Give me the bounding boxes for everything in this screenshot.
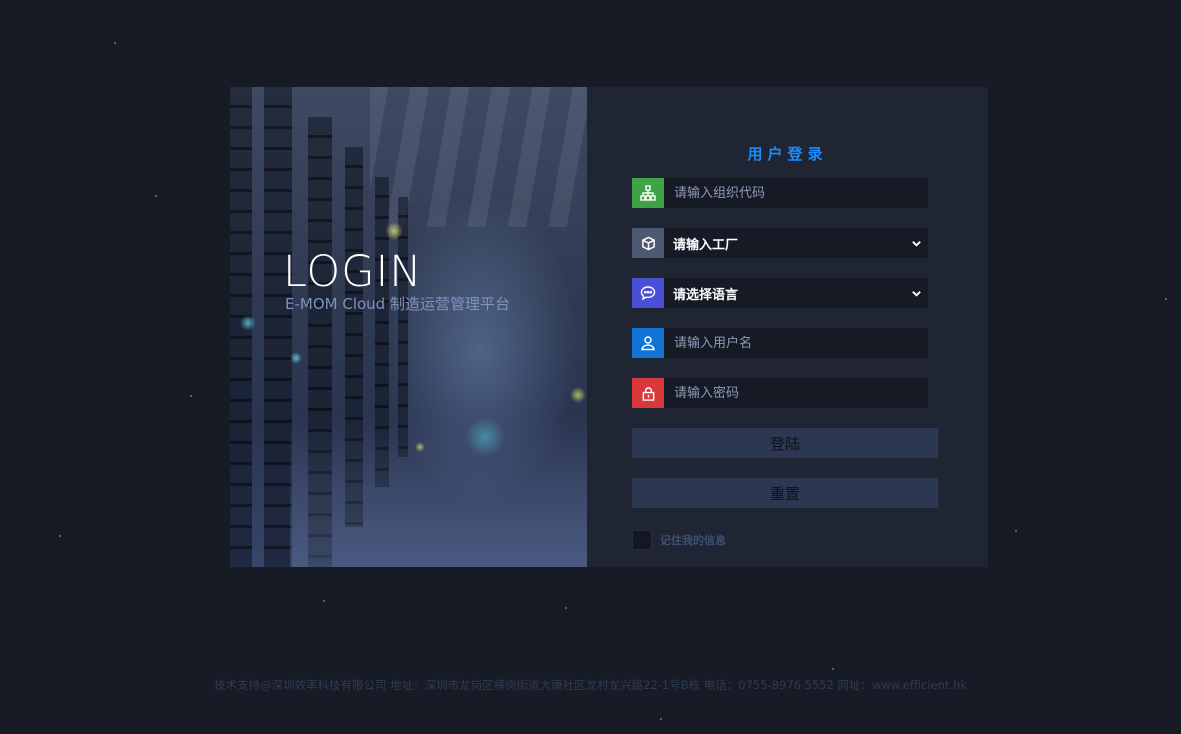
login-button[interactable]: 登陆 (632, 428, 938, 458)
background-star (565, 607, 567, 609)
light-glow (570, 387, 586, 403)
language-select[interactable]: 请选择语言 (664, 278, 928, 308)
hero-subtitle: E-MOM Cloud 制造运营管理平台 (285, 295, 510, 313)
language-select-value: 请选择语言 (673, 287, 739, 303)
server-rack (264, 87, 292, 567)
hero-floor (290, 417, 587, 567)
language-field: 请选择语言 (632, 278, 928, 308)
remember-label[interactable]: 记住我的信息 (660, 532, 726, 548)
light-glow (240, 315, 256, 331)
username-field (632, 328, 928, 358)
light-glow (385, 222, 403, 240)
background-star (59, 535, 61, 537)
cube-icon (632, 228, 664, 258)
background-star (1165, 298, 1167, 300)
background-star (155, 195, 157, 197)
org-code-field (632, 178, 928, 208)
footer-info: 技术支持@深圳效率科技有限公司 地址：深圳市龙岗区横岗街道大康社区龙村龙兴路22… (213, 678, 968, 692)
background-star (114, 42, 116, 44)
factory-select[interactable]: 请输入工厂 (664, 228, 928, 258)
background-star (1015, 530, 1017, 532)
user-icon (632, 328, 664, 358)
login-page: LOGIN E-MOM Cloud 制造运营管理平台 用户登录 请输入工厂 (0, 0, 1181, 734)
factory-select-value: 请输入工厂 (673, 237, 739, 253)
org-code-input[interactable] (664, 178, 928, 208)
background-star (190, 395, 192, 397)
light-glow (415, 442, 425, 452)
light-glow (290, 352, 302, 364)
remember-me: 记住我的信息 (632, 530, 726, 550)
lock-icon (632, 378, 664, 408)
hero-title: LOGIN (283, 247, 423, 297)
chat-bubble-icon (632, 278, 664, 308)
chevron-down-icon (912, 290, 921, 297)
username-input[interactable] (664, 328, 928, 358)
light-glow (465, 417, 505, 457)
factory-field: 请输入工厂 (632, 228, 928, 258)
form-title: 用户登录 (747, 145, 828, 163)
password-input[interactable] (664, 378, 928, 408)
background-star (660, 718, 662, 720)
chevron-down-icon (912, 240, 921, 247)
sitemap-icon (632, 178, 664, 208)
password-field (632, 378, 928, 408)
background-star (832, 668, 834, 670)
reset-button[interactable]: 重置 (632, 478, 938, 508)
hero-image: LOGIN E-MOM Cloud 制造运营管理平台 (230, 87, 587, 567)
background-star (323, 600, 325, 602)
remember-checkbox[interactable] (632, 530, 652, 550)
